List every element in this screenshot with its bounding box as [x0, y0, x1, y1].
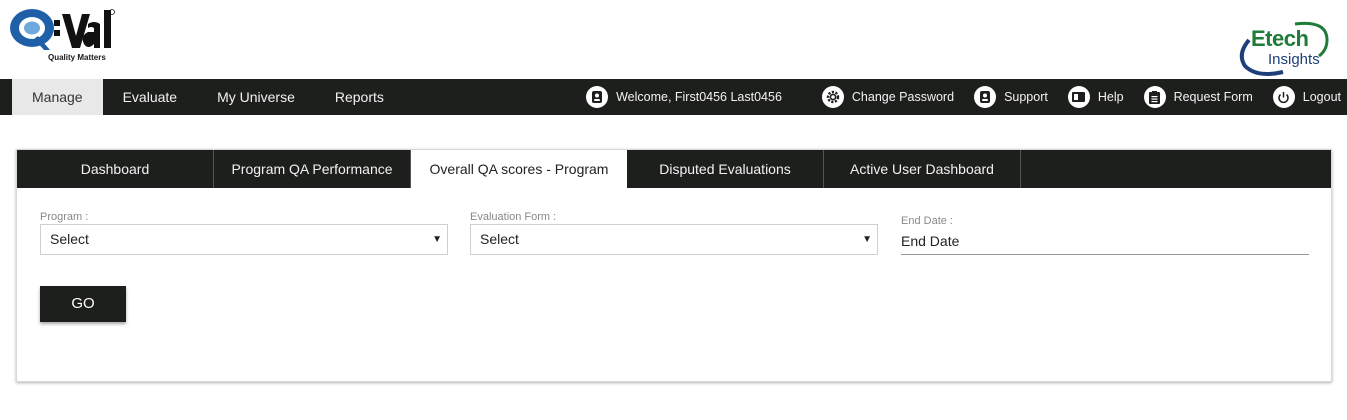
dashboard-panel: Dashboard Program QA Performance Overall…: [16, 149, 1332, 382]
support-label: Support: [1004, 90, 1048, 104]
change-password-link[interactable]: Change Password: [821, 86, 955, 108]
logout-link[interactable]: Logout: [1272, 86, 1341, 108]
qeval-logo-mark: [10, 9, 115, 50]
program-label: Program :: [40, 211, 89, 223]
evaluation-form-label: Evaluation Form :: [470, 211, 557, 223]
dashboard-tabs: Dashboard Program QA Performance Overall…: [17, 150, 1331, 188]
program-selected-value: Select: [50, 231, 89, 247]
tab-overall-qa-scores-program[interactable]: Overall QA scores - Program: [411, 150, 627, 188]
evaluation-form-field: Evaluation Form : Select ▼: [470, 210, 878, 256]
tab-active-user-dashboard[interactable]: Active User Dashboard: [824, 150, 1021, 188]
support-icon: [974, 86, 997, 108]
nav-my-universe[interactable]: My Universe: [197, 79, 315, 115]
program-select[interactable]: Select ▼: [40, 224, 448, 255]
end-date-field: End Date : End Date: [901, 215, 1309, 257]
end-date-label: End Date :: [901, 215, 953, 227]
clipboard-icon: [1143, 86, 1166, 108]
request-form-label: Request Form: [1173, 90, 1253, 104]
top-navigation-bar: Manage Evaluate My Universe Reports Welc…: [0, 79, 1347, 115]
chevron-down-icon: ▼: [862, 234, 872, 245]
nav-reports[interactable]: Reports: [315, 79, 404, 115]
nav-evaluate[interactable]: Evaluate: [103, 79, 197, 115]
tab-program-qa-performance[interactable]: Program QA Performance: [214, 150, 411, 188]
user-menu: Welcome, First0456 Last0456 Change Passw…: [586, 79, 1341, 115]
welcome-user: Welcome, First0456 Last0456: [586, 86, 782, 108]
evaluation-form-select[interactable]: Select ▼: [470, 224, 878, 255]
etech-wordmark: Etech: [1251, 26, 1309, 51]
etech-insights-logo: Etech Insights: [1235, 20, 1335, 76]
main-menu: Manage Evaluate My Universe Reports: [12, 79, 404, 115]
logout-label: Logout: [1302, 90, 1341, 104]
gear-icon: [821, 86, 844, 108]
nav-manage[interactable]: Manage: [12, 79, 103, 115]
chevron-down-icon: ▼: [432, 234, 442, 245]
power-icon: [1272, 86, 1295, 108]
request-form-link[interactable]: Request Form: [1143, 86, 1253, 108]
go-button[interactable]: GO: [40, 286, 126, 322]
qeval-logo[interactable]: Quality Matters: [8, 6, 118, 66]
brand-tagline: Quality Matters: [48, 53, 106, 62]
tab-disputed-evaluations[interactable]: Disputed Evaluations: [627, 150, 824, 188]
user-icon: [586, 86, 609, 108]
program-field: Program : Select ▼: [40, 210, 448, 256]
tab-dashboard[interactable]: Dashboard: [17, 150, 214, 188]
insights-wordmark: Insights: [1268, 51, 1320, 68]
end-date-input[interactable]: End Date: [901, 227, 1309, 255]
app-header: Quality Matters Etech Insights: [0, 0, 1347, 79]
evaluation-form-selected-value: Select: [480, 231, 519, 247]
support-link[interactable]: Support: [974, 86, 1048, 108]
change-password-label: Change Password: [851, 90, 955, 104]
help-label: Help: [1097, 90, 1124, 104]
help-link[interactable]: Help: [1067, 86, 1124, 108]
book-icon: [1067, 86, 1090, 108]
welcome-text: Welcome, First0456 Last0456: [616, 90, 782, 104]
